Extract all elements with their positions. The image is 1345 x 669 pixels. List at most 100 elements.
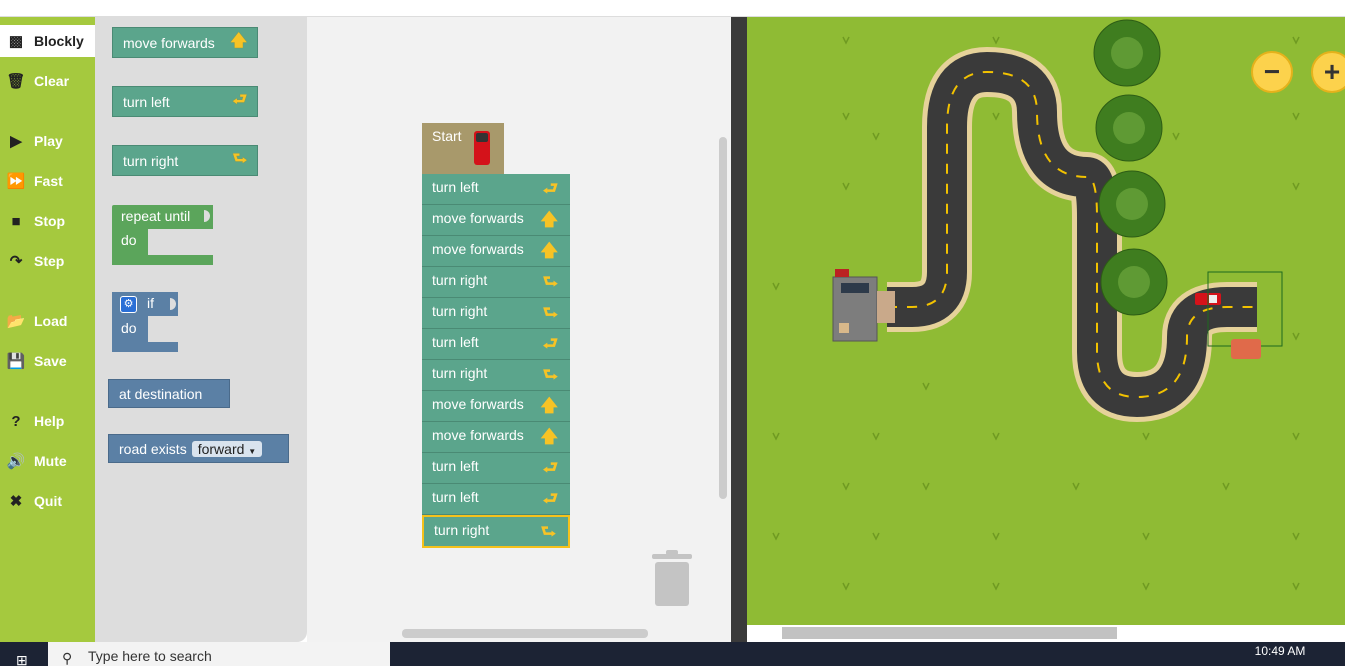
sidebar-item-load[interactable]: 📂 Load — [0, 305, 95, 337]
toolbox-at-destination-block[interactable]: at destination — [108, 379, 230, 408]
taskbar-clock[interactable]: 10:49 AM — [1245, 642, 1315, 660]
sidebar-item-label: Load — [34, 313, 68, 329]
sidebar-item-label: Quit — [34, 493, 62, 509]
arrow-turn-left-icon: ⮐ — [232, 91, 247, 108]
sidebar-item-mute[interactable]: 🔊 Mute — [0, 445, 95, 477]
program-block[interactable]: turn right ⮑ — [422, 298, 570, 329]
workspace-horizontal-scrollbar[interactable] — [402, 629, 648, 638]
program-block[interactable]: turn left ⮐ — [422, 174, 570, 205]
block-label: turn left — [432, 458, 479, 474]
dropdown-value: forward — [197, 440, 245, 457]
workspace-vertical-scrollbar[interactable] — [719, 137, 727, 499]
sidebar-item-step[interactable]: ↷ Step — [0, 245, 95, 277]
sidebar-item-blockly[interactable]: ▩ Blockly — [0, 25, 95, 57]
block-label: if — [147, 295, 154, 311]
road-map-graphic — [772, 19, 1300, 591]
program-block[interactable]: turn right ⮑ — [422, 267, 570, 298]
arrow-turn-right-icon: ⮑ — [542, 365, 558, 384]
block-label: turn right — [432, 272, 488, 288]
arrow-turn-right-icon: ⮑ — [542, 272, 558, 291]
bookmarks-bar — [0, 0, 1345, 17]
arrow-up-icon: 🡅 — [540, 396, 558, 415]
folder-icon: 📂 — [6, 313, 26, 330]
block-label: turn left — [432, 179, 479, 195]
program-block[interactable]: move forwards 🡅 — [422, 205, 570, 236]
block-label: do — [121, 320, 137, 336]
program-block[interactable]: turn left ⮐ — [422, 484, 570, 515]
block-label: repeat until — [121, 208, 191, 224]
block-label: move forwards — [432, 427, 524, 443]
sidebar-item-clear[interactable]: 🗑 Clear — [0, 65, 95, 97]
sidebar-item-label: Stop — [34, 213, 66, 229]
program-block[interactable]: move forwards 🡅 — [422, 422, 570, 453]
gear-icon[interactable]: ⚙ — [120, 296, 137, 313]
block-label: turn left — [123, 93, 170, 110]
play-icon: ▶ — [10, 133, 22, 150]
taskbar-search-box[interactable]: ⚲ Type here to search — [48, 642, 390, 666]
toolbox-road-exists-block[interactable]: road exists forward ▼ — [108, 434, 289, 463]
arrow-turn-left-icon: ⮐ — [542, 179, 558, 198]
block-label: turn right — [432, 365, 488, 381]
program-block[interactable]: move forwards 🡅 — [422, 236, 570, 267]
panel-divider[interactable] — [731, 17, 747, 642]
arrow-turn-left-icon: ⮐ — [542, 489, 558, 508]
direction-dropdown[interactable]: forward ▼ — [191, 440, 263, 457]
arrow-turn-right-icon: ⮑ — [540, 522, 556, 541]
toolbox-turn-left-block[interactable]: turn left ⮐ — [112, 86, 258, 117]
game-map — [747, 17, 1345, 625]
sidebar-item-label: Step — [34, 253, 65, 269]
blockly-icon: ▩ — [8, 33, 24, 50]
toolbox-repeat-until-block[interactable]: repeat until do — [112, 205, 213, 265]
step-icon: ↷ — [9, 253, 23, 270]
sidebar-item-label: Help — [34, 413, 65, 429]
sidebar-item-label: Play — [34, 133, 63, 149]
sidebar-item-label: Blockly — [34, 33, 84, 49]
toolbox-turn-right-block[interactable]: turn right ⮑ — [112, 145, 258, 176]
stop-icon: ■ — [11, 212, 21, 230]
block-label: turn right — [432, 303, 488, 319]
minus-icon: − — [1263, 56, 1281, 87]
arrow-up-icon: 🡅 — [540, 241, 558, 260]
arrow-up-icon: 🡅 — [540, 210, 558, 229]
map-scroll-thumb[interactable] — [782, 627, 1117, 639]
speaker-icon: 🔊 — [6, 453, 26, 470]
windows-start-icon[interactable]: ⊞ — [16, 652, 32, 668]
trash-icon[interactable] — [650, 550, 694, 608]
block-label: turn left — [432, 489, 479, 505]
toolbox-if-block[interactable]: ⚙ if do — [112, 292, 178, 352]
sidebar-item-help[interactable]: ? Help — [0, 405, 95, 437]
start-block[interactable]: Start — [422, 123, 504, 175]
block-label: do — [121, 232, 137, 248]
sidebar-item-save[interactable]: 💾 Save — [0, 345, 95, 377]
block-label: move forwards — [432, 241, 524, 257]
sidebar-item-label: Save — [34, 353, 67, 369]
block-label: move forwards — [123, 34, 215, 51]
program-block[interactable]: move forwards 🡅 — [422, 391, 570, 422]
sidebar-item-label: Mute — [34, 453, 67, 469]
sidebar-item-label: Fast — [34, 173, 63, 189]
arrow-turn-left-icon: ⮐ — [542, 458, 558, 477]
zoom-out-button[interactable]: − — [1251, 51, 1293, 93]
block-label: turn right — [434, 522, 490, 538]
sidebar-item-stop[interactable]: ■ Stop — [0, 205, 95, 237]
block-label: at destination — [119, 385, 203, 402]
sidebar-item-play[interactable]: ▶ Play — [0, 125, 95, 157]
program-block[interactable]: turn left ⮐ — [422, 453, 570, 484]
sidebar-item-fast[interactable]: ⏩ Fast — [0, 165, 95, 197]
program-block[interactable]: turn right ⮑ — [422, 360, 570, 391]
block-label: road exists — [119, 440, 187, 457]
toolbox-move-forwards-block[interactable]: move forwards 🡅 — [112, 27, 258, 58]
program-block[interactable]: turn right ⮑ — [422, 515, 570, 548]
arrow-up-icon: 🡅 — [540, 427, 558, 446]
block-label: move forwards — [432, 396, 524, 412]
zoom-in-button[interactable]: + — [1311, 51, 1345, 93]
car-icon — [474, 131, 490, 165]
sidebar-item-quit[interactable]: ✖ Quit — [0, 485, 95, 517]
close-icon: ✖ — [9, 493, 23, 510]
arrow-turn-right-icon: ⮑ — [542, 303, 558, 322]
sidebar: ▩ Blockly 🗑 Clear ▶ Play ⏩ Fast ■ Stop ↷… — [0, 17, 95, 642]
floppy-icon: 💾 — [6, 353, 26, 370]
search-icon: ⚲ — [62, 650, 73, 666]
arrow-up-icon: 🡅 — [230, 32, 247, 49]
program-block[interactable]: turn left ⮐ — [422, 329, 570, 360]
